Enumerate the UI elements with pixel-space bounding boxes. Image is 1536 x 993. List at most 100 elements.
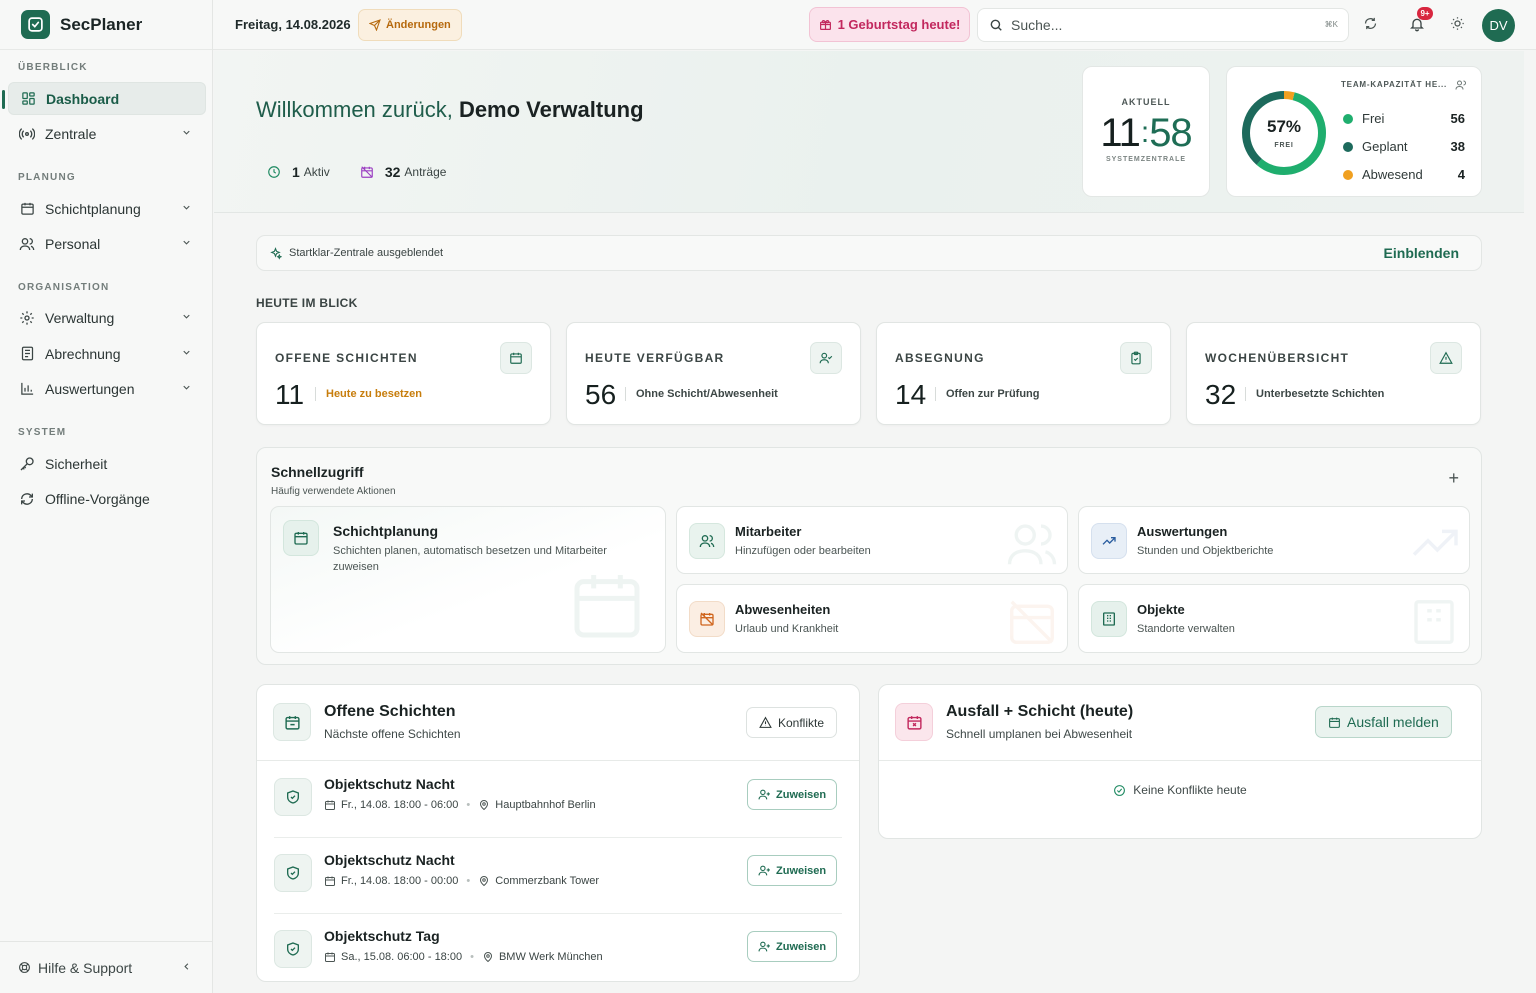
trend-watermark-icon: [1412, 529, 1458, 556]
map-pin-icon: [483, 952, 492, 963]
legend-label: Geplant: [1362, 139, 1408, 154]
team-capacity-card: 57% FREI TEAM-KAPAZITÄT HE... Frei 56 Gep…: [1226, 66, 1482, 197]
assign-label: Zuweisen: [776, 940, 827, 953]
shift-meta: Sa., 15.08. 06:00 - 18:00 • BMW Werk Mün…: [324, 951, 603, 963]
topbar: Freitag, 14.08.2026 Änderungen 1 Geburts…: [213, 0, 1536, 50]
kpi-available-today[interactable]: HEUTE VERFÜGBAR 56 Ohne Schicht/Abwesenh…: [566, 322, 861, 425]
sidebar-item-label: Verwaltung: [45, 309, 115, 326]
sidebar-item-label: Offline-Vorgänge: [45, 490, 150, 507]
search-icon: [990, 19, 1002, 31]
sidebar-item-verwaltung[interactable]: Verwaltung: [8, 301, 206, 334]
shift-time: Fr., 14.08. 18:00 - 06:00: [341, 799, 459, 811]
absence-panel: Ausfall + Schicht (heute) Schnell umplan…: [878, 684, 1482, 839]
document-icon: [18, 345, 36, 363]
sidebar-item-label: Zentrale: [45, 125, 97, 142]
shift-location: BMW Werk München: [498, 951, 603, 963]
quick-item-title: Mitarbeiter: [735, 524, 802, 539]
building-watermark-icon: [1414, 600, 1454, 644]
quick-access: Schnellzugriff Häufig verwendete Aktione…: [256, 447, 1482, 665]
collapse-sidebar-icon[interactable]: [181, 961, 192, 972]
sun-icon[interactable]: [1450, 16, 1465, 36]
legend-value: 4: [1457, 167, 1465, 182]
search-box[interactable]: ⌘K: [977, 8, 1349, 42]
help-support[interactable]: Hilfe & Support: [0, 941, 212, 993]
requests-label: Anträge: [404, 165, 447, 179]
capacity-percent: 57%: [1266, 117, 1302, 136]
clock-card: AKTUELL 11:58 SYSTEMZENTRALE: [1082, 66, 1210, 197]
sidebar-item-zentrale[interactable]: Zentrale: [8, 117, 206, 150]
shift-meta: Fr., 14.08. 18:00 - 06:00 • Hauptbahnhof…: [324, 799, 596, 811]
quick-abwesenheiten[interactable]: Abwesenheiten Urlaub und Krankheit: [676, 584, 1068, 653]
assign-button[interactable]: Zuweisen: [747, 931, 838, 962]
add-shortcut-button[interactable]: +: [1448, 468, 1459, 489]
map-pin-icon: [480, 800, 489, 811]
quick-access-subtitle: Häufig verwendete Aktionen: [271, 486, 396, 497]
gear-icon: [18, 309, 36, 327]
kpi-week-overview[interactable]: WOCHENÜBERSICHT 32 Unterbesetzte Schicht…: [1186, 322, 1481, 425]
capacity-percent-label: FREI: [1274, 142, 1294, 149]
search-shortcut: ⌘K: [1324, 20, 1338, 29]
brand[interactable]: SecPlaner: [0, 0, 212, 50]
quick-auswertungen[interactable]: Auswertungen Stunden und Objektberichte: [1078, 506, 1470, 574]
changes-button[interactable]: Änderungen: [358, 9, 462, 41]
sidebar-item-offline[interactable]: Offline-Vorgänge: [8, 482, 206, 515]
table-row[interactable]: Objektschutz Tag Sa., 15.08. 06:00 - 18:…: [274, 914, 842, 981]
team-icon[interactable]: [1455, 79, 1467, 91]
table-row[interactable]: Objektschutz Nacht Fr., 14.08. 18:00 - 0…: [274, 838, 842, 914]
user-plus-icon: [758, 789, 770, 800]
show-startklar-button[interactable]: Einblenden: [1384, 245, 1459, 261]
calendar-watermark-icon: [574, 575, 640, 638]
panel-title: Offene Schichten: [324, 703, 456, 720]
clock-time: 11:58: [1100, 111, 1192, 155]
kpi-title: WOCHENÜBERSICHT: [1205, 351, 1350, 365]
chevron-down-icon: [183, 205, 190, 210]
chevron-down-icon: [183, 350, 190, 355]
capacity-row-abwesend: Abwesend 4: [1343, 167, 1465, 182]
panel-subtitle: Schnell umplanen bei Abwesenheit: [946, 727, 1133, 741]
quick-item-title: Abwesenheiten: [735, 602, 831, 617]
quick-item-title: Schichtplanung: [333, 523, 438, 539]
gift-icon: [819, 20, 831, 30]
nav-section-organisation: ORGANISATION: [18, 282, 110, 293]
sidebar-item-sicherheit[interactable]: Sicherheit: [8, 447, 206, 480]
calendar-off-icon: [360, 165, 374, 179]
sidebar-item-schichtplanung[interactable]: Schichtplanung: [8, 192, 206, 225]
users-watermark-icon: [1007, 524, 1057, 565]
report-absence-button[interactable]: Ausfall melden: [1315, 706, 1452, 738]
quick-item-desc: Urlaub und Krankheit: [735, 623, 839, 635]
kpi-open-shifts[interactable]: OFFENE SCHICHTEN 11 Heute zu besetzen: [256, 322, 551, 425]
kpi-sub: Unterbesetzte Schichten: [1245, 387, 1384, 401]
quick-item-title: Auswertungen: [1137, 524, 1228, 539]
quick-item-desc: Stunden und Objektberichte: [1137, 545, 1274, 557]
sidebar-item-dashboard[interactable]: Dashboard: [2, 82, 206, 115]
quick-schichtplanung[interactable]: Schichtplanung Schichten planen, automat…: [270, 506, 666, 653]
sidebar-item-label: Schichtplanung: [45, 200, 141, 217]
assign-button[interactable]: Zuweisen: [747, 855, 838, 886]
broadcast-icon: [18, 125, 36, 143]
kpi-value: 56: [585, 379, 617, 410]
sidebar-item-abrechnung[interactable]: Abrechnung: [8, 337, 206, 370]
sidebar-item-auswertungen[interactable]: Auswertungen: [8, 372, 206, 405]
table-row[interactable]: Objektschutz Nacht Fr., 14.08. 18:00 - 0…: [274, 762, 842, 838]
birthday-button[interactable]: 1 Geburtstag heute!: [809, 7, 970, 42]
quick-mitarbeiter[interactable]: Mitarbeiter Hinzufügen oder bearbeiten: [676, 506, 1068, 574]
shield-icon: [274, 854, 312, 892]
quick-item-desc: Hinzufügen oder bearbeiten: [735, 545, 871, 557]
sidebar-item-personal[interactable]: Personal: [8, 227, 206, 260]
legend-value: 56: [1450, 111, 1465, 126]
conflicts-button[interactable]: Konflikte: [746, 707, 838, 738]
shift-time: Fr., 14.08. 18:00 - 00:00: [341, 875, 459, 887]
calendar-icon: [500, 342, 532, 374]
avatar[interactable]: DV: [1482, 9, 1515, 42]
startklar-text: Startklar-Zentrale ausgeblendet: [289, 247, 444, 259]
empty-text: Keine Konflikte heute: [1133, 783, 1247, 797]
search-input[interactable]: [1011, 17, 1311, 33]
startklar-bar: Startklar-Zentrale ausgeblendet Einblend…: [256, 235, 1482, 271]
kpi-approval[interactable]: ABSEGNUNG 14 Offen zur Prüfung: [876, 322, 1171, 425]
assign-button[interactable]: Zuweisen: [747, 779, 838, 810]
current-date: Freitag, 14.08.2026: [235, 17, 351, 32]
refresh-icon[interactable]: [1363, 16, 1378, 36]
capacity-row-geplant: Geplant 38: [1343, 139, 1465, 154]
divider: [257, 760, 859, 761]
quick-objekte[interactable]: Objekte Standorte verwalten: [1078, 584, 1470, 653]
